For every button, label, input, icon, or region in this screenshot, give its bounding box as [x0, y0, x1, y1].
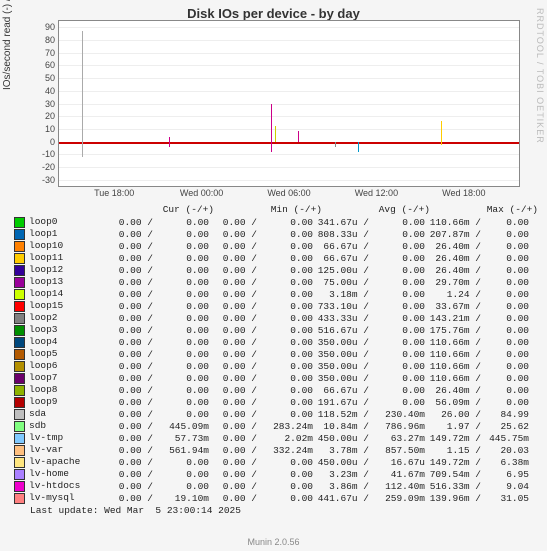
legend-row: loop20.00 /0.000.00 /0.00433.33u /0.0014… [14, 312, 538, 324]
y-tick: 40 [45, 86, 55, 96]
color-swatch [14, 349, 25, 360]
series-name: loop3 [29, 324, 105, 336]
y-axis-label: IOs/second read (-) / write (+) [2, 0, 13, 90]
color-swatch [14, 277, 25, 288]
rrdtool-label: RRDTOOL / TOBI OETIKER [535, 8, 545, 144]
color-swatch [14, 265, 25, 276]
y-tick: 20 [45, 111, 55, 121]
legend-row: lv-home0.00 /0.000.00 /0.003.23m /41.67m… [14, 468, 538, 480]
color-swatch [14, 289, 25, 300]
legend-row: loop90.00 /0.000.00 /0.00191.67u /0.0056… [14, 396, 538, 408]
legend-row: lv-mysql0.00 /19.10m0.00 /0.00441.67u /2… [14, 492, 538, 504]
color-swatch [14, 313, 25, 324]
color-swatch [14, 493, 25, 504]
color-swatch [14, 229, 25, 240]
legend-row: loop50.00 /0.000.00 /0.00350.00u /0.0011… [14, 348, 538, 360]
color-swatch [14, 337, 25, 348]
legend-row: loop60.00 /0.000.00 /0.00350.00u /0.0011… [14, 360, 538, 372]
x-tick: Wed 06:00 [267, 188, 310, 198]
series-name: loop11 [29, 252, 105, 264]
series-name: lv-tmp [29, 432, 105, 444]
legend-row: sda0.00 /0.000.00 /0.00118.52m /230.40m2… [14, 408, 538, 420]
x-tick: Tue 18:00 [94, 188, 134, 198]
last-update: Last update: Wed Mar 5 23:00:14 2025 [14, 505, 538, 517]
legend-row: loop130.00 /0.000.00 /0.0075.00u /0.0029… [14, 276, 538, 288]
series-name: loop12 [29, 264, 105, 276]
x-tick: Wed 18:00 [442, 188, 485, 198]
series-name: loop5 [29, 348, 105, 360]
chart-title: Disk IOs per device - by day [0, 0, 547, 21]
legend-row: loop10.00 /0.000.00 /0.00808.33u /0.0020… [14, 228, 538, 240]
y-tick: 30 [45, 99, 55, 109]
series-name: loop7 [29, 372, 105, 384]
footer-version: Munin 2.0.56 [0, 537, 547, 547]
color-swatch [14, 433, 25, 444]
color-swatch [14, 409, 25, 420]
legend-row: sdb0.00 /445.09m0.00 /283.24m10.84m /786… [14, 420, 538, 432]
y-tick: 0 [50, 137, 55, 147]
series-name: loop0 [29, 216, 105, 228]
legend-row: loop120.00 /0.000.00 /0.00125.00u /0.002… [14, 264, 538, 276]
legend-row: lv-apache0.00 /0.000.00 /0.00450.00u /16… [14, 456, 538, 468]
y-tick: -30 [42, 175, 55, 185]
legend-row: loop80.00 /0.000.00 /0.0066.67u /0.0026.… [14, 384, 538, 396]
series-name: sda [29, 408, 105, 420]
legend-row: loop110.00 /0.000.00 /0.0066.67u /0.0026… [14, 252, 538, 264]
legend-row: loop150.00 /0.000.00 /0.00733.10u /0.003… [14, 300, 538, 312]
legend-row: lv-htdocs0.00 /0.000.00 /0.003.86m /112.… [14, 480, 538, 492]
color-swatch [14, 457, 25, 468]
series-name: lv-mysql [29, 492, 105, 504]
legend-row: loop70.00 /0.000.00 /0.00350.00u /0.0011… [14, 372, 538, 384]
legend-row: loop00.00 /0.000.00 /0.00341.67u /0.0011… [14, 216, 538, 228]
y-tick: -10 [42, 149, 55, 159]
legend-row: loop40.00 /0.000.00 /0.00350.00u /0.0011… [14, 336, 538, 348]
color-swatch [14, 241, 25, 252]
x-tick: Wed 00:00 [180, 188, 223, 198]
y-tick: 60 [45, 60, 55, 70]
color-swatch [14, 373, 25, 384]
series-name: loop9 [29, 396, 105, 408]
y-tick: 90 [45, 22, 55, 32]
legend-row: loop100.00 /0.000.00 /0.0066.67u /0.0026… [14, 240, 538, 252]
series-name: loop13 [29, 276, 105, 288]
color-swatch [14, 361, 25, 372]
legend-row: lv-tmp0.00 /57.73m0.00 /2.02m450.00u /63… [14, 432, 538, 444]
legend-row: loop140.00 /0.000.00 /0.003.18m /0.001.2… [14, 288, 538, 300]
color-swatch [14, 217, 25, 228]
series-name: loop15 [29, 300, 105, 312]
series-name: loop10 [29, 240, 105, 252]
series-name: loop14 [29, 288, 105, 300]
series-name: lv-home [29, 468, 105, 480]
series-name: loop1 [29, 228, 105, 240]
y-tick: 70 [45, 48, 55, 58]
x-axis: Tue 18:00 Wed 00:00 Wed 06:00 Wed 12:00 Wed … [59, 188, 519, 200]
series-name: lv-apache [29, 456, 105, 468]
legend-row: lv-var0.00 /561.94m0.00 /332.24m3.78m /8… [14, 444, 538, 456]
color-swatch [14, 469, 25, 480]
y-tick: -20 [42, 162, 55, 172]
color-swatch [14, 325, 25, 336]
color-swatch [14, 253, 25, 264]
color-swatch [14, 421, 25, 432]
series-name: lv-htdocs [29, 480, 105, 492]
series-name: loop8 [29, 384, 105, 396]
series-name: loop4 [29, 336, 105, 348]
color-swatch [14, 481, 25, 492]
y-tick: 50 [45, 73, 55, 83]
y-tick: 10 [45, 124, 55, 134]
color-swatch [14, 397, 25, 408]
color-swatch [14, 385, 25, 396]
legend-table: Cur (-/+)Min (-/+)Avg (-/+)Max (-/+) loo… [14, 204, 538, 517]
x-tick: Wed 12:00 [355, 188, 398, 198]
color-swatch [14, 301, 25, 312]
y-axis: -30 -20 -10 0 10 20 30 40 50 60 70 80 90 [29, 21, 57, 186]
color-swatch [14, 445, 25, 456]
legend-row: loop30.00 /0.000.00 /0.00516.67u /0.0017… [14, 324, 538, 336]
series-name: loop6 [29, 360, 105, 372]
series-name: loop2 [29, 312, 105, 324]
chart-plot-area: -30-20-100102030405060708090 Tue 18:00We… [58, 20, 520, 187]
series-name: sdb [29, 420, 105, 432]
series-name: lv-var [29, 444, 105, 456]
y-tick: 80 [45, 35, 55, 45]
